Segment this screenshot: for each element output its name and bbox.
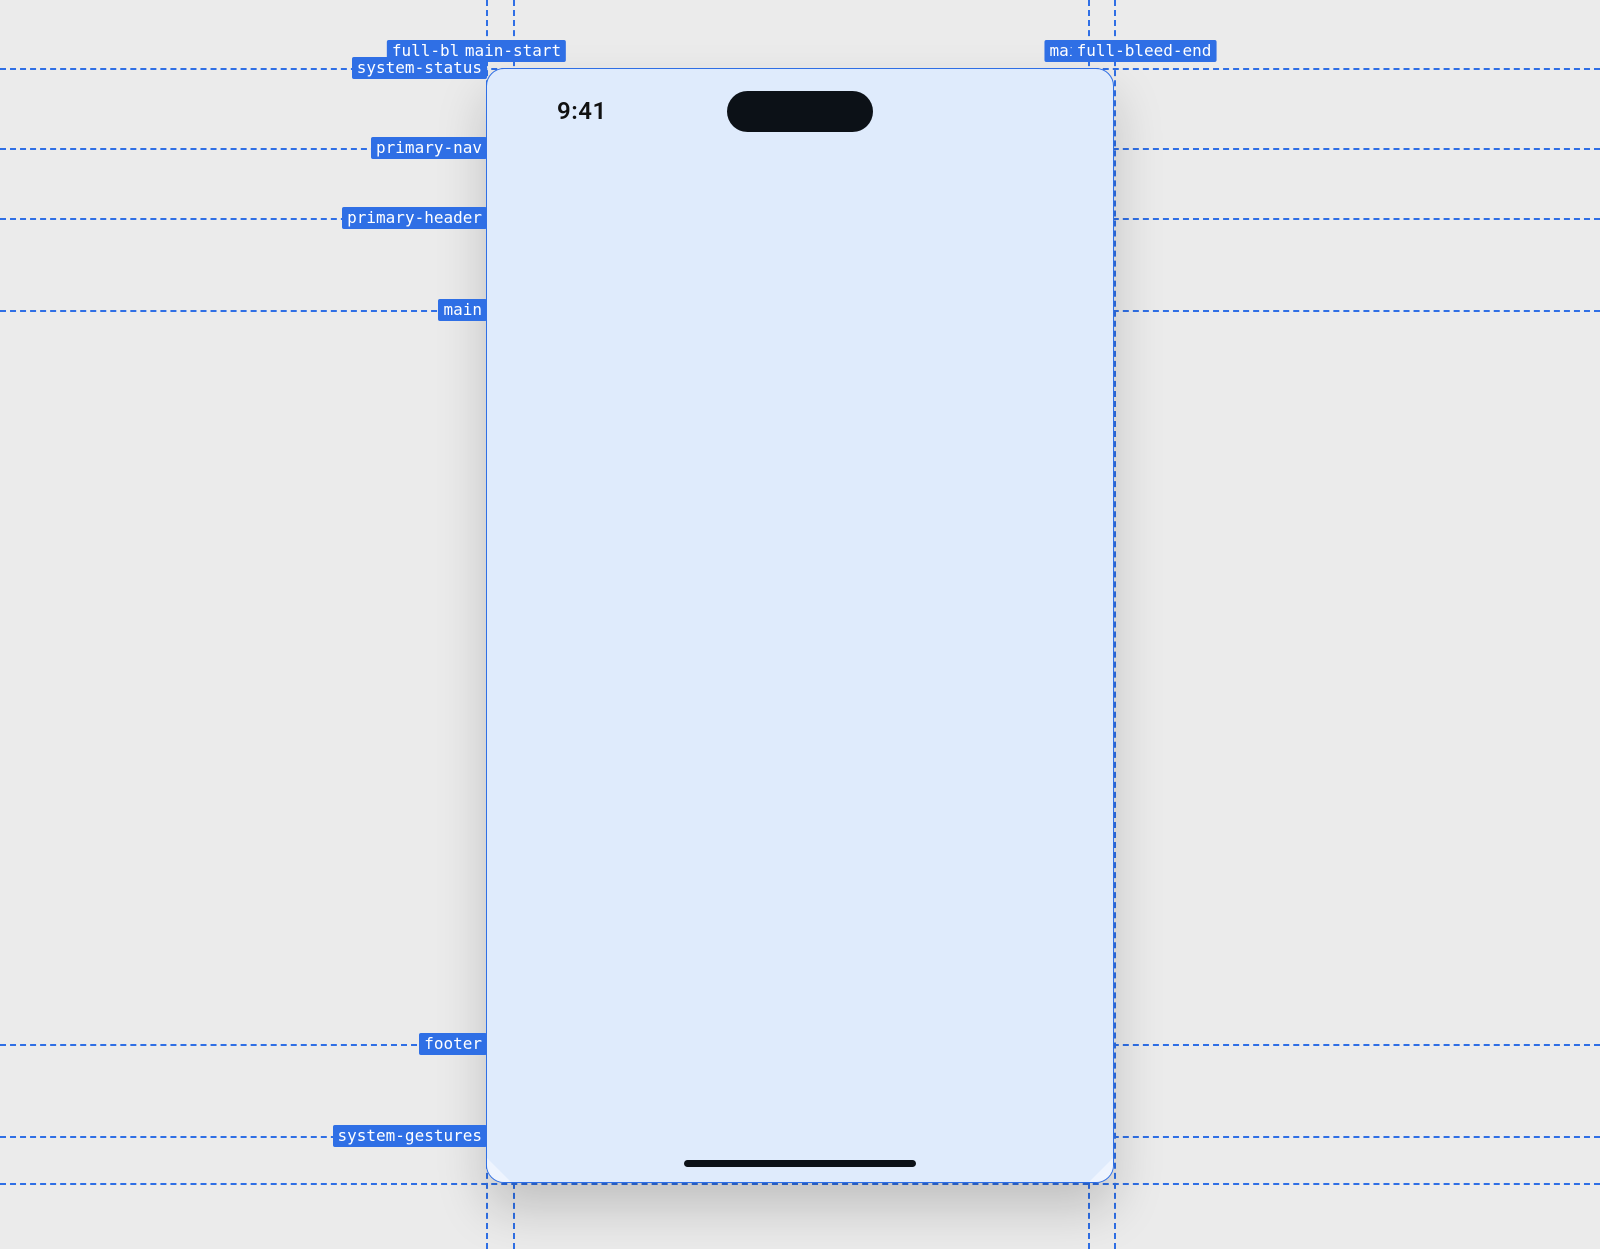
label-main-start: main-start [460,40,566,62]
label-main: main [438,299,487,321]
label-footer: footer [419,1033,487,1055]
label-system-gestures: system-gestures [333,1125,488,1147]
home-indicator-icon [684,1160,916,1167]
label-primary-nav: primary-nav [371,137,487,159]
guide-bottom-edge [0,1183,1600,1185]
phone-frame: 9:41 [486,68,1114,1183]
label-full-bleed-end: full-bleed-end [1072,40,1217,62]
layout-spec-stage: 9:41 system-status primary-nav primary-h… [0,0,1600,1249]
status-clock: 9:41 [557,97,607,125]
status-bar: 9:41 [487,69,1113,139]
guide-full-bleed-end [1114,0,1116,1249]
label-primary-header: primary-header [342,207,487,229]
dynamic-island-icon [727,91,873,132]
